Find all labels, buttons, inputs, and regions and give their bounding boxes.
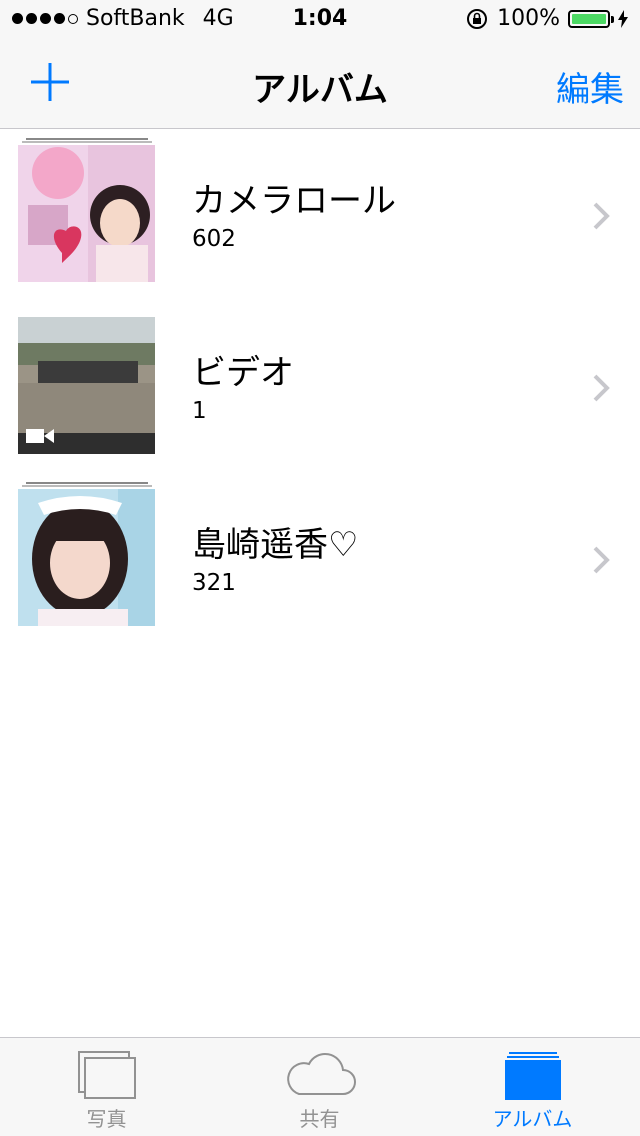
tab-bar: 写真 共有 アルバム [0, 1037, 640, 1136]
status-bar: SoftBank 4G 1:04 100% [0, 0, 640, 40]
camera-roll-thumbnail [18, 145, 155, 282]
photos-icon [77, 1051, 136, 1099]
album-name: ビデオ [192, 353, 294, 393]
tab-label: 共有 [299, 1107, 340, 1131]
album-list: カメラロール 602 ビデオ 1 島崎遥香♡ 321 [0, 129, 640, 645]
albums-icon [504, 1052, 561, 1100]
album-row-camera-roll[interactable]: カメラロール 602 [0, 129, 640, 301]
tab-label: 写真 [86, 1107, 127, 1131]
album-count: 602 [192, 226, 236, 252]
charging-icon [618, 9, 628, 28]
album-row-portrait[interactable]: 島崎遥香♡ 321 [0, 473, 640, 645]
tab-albums[interactable]: アルバム [426, 1038, 639, 1136]
chevron-right-icon [593, 202, 610, 230]
album-name: カメラロール [192, 181, 396, 221]
navigation-bar: アルバム 編集 [0, 40, 640, 129]
album-stack-edge [26, 482, 148, 484]
battery-fill [572, 13, 606, 24]
edit-button[interactable]: 編集 [556, 62, 624, 111]
status-right: 100% [465, 6, 628, 31]
battery-icon [568, 9, 614, 28]
cloud-icon [286, 1053, 356, 1095]
album-count: 1 [192, 398, 207, 424]
tab-shared[interactable]: 共有 [213, 1038, 426, 1136]
chevron-right-icon [593, 374, 610, 402]
tab-photos[interactable]: 写真 [0, 1038, 213, 1136]
battery-percent: 100% [497, 6, 560, 31]
rotation-lock-icon [467, 8, 488, 29]
album-count: 321 [192, 570, 236, 596]
page-title: アルバム [252, 70, 388, 110]
battery-nub [611, 15, 614, 23]
chevron-right-icon [593, 546, 610, 574]
video-thumbnail [18, 317, 155, 454]
album-stack-edge [22, 485, 152, 487]
album-name: 島崎遥香♡ [192, 525, 359, 565]
portrait-album-thumbnail [18, 489, 155, 626]
tab-label: アルバム [492, 1107, 573, 1131]
album-stack-edge [22, 141, 152, 143]
album-row-video[interactable]: ビデオ 1 [0, 301, 640, 473]
album-stack-edge [26, 138, 148, 140]
